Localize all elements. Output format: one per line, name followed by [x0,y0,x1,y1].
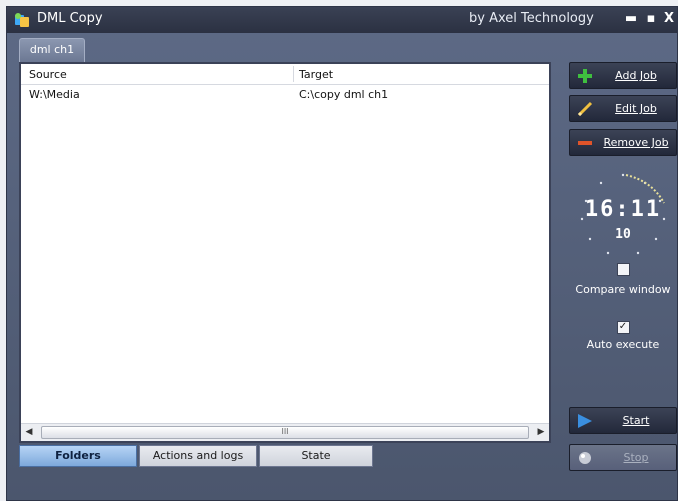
window-title: DML Copy [37,11,103,26]
edit-job-button[interactable]: Edit Job [569,95,677,122]
row-source: W:\Media [29,88,80,101]
column-target[interactable]: Target [299,68,333,81]
scroll-left-icon[interactable]: ◀ [21,424,37,441]
vendor-label: by Axel Technology [469,11,594,26]
edit-job-label: Edit Job [615,102,657,115]
remove-job-label: Remove Job [603,136,669,149]
tab-dml-ch1[interactable]: dml ch1 [19,38,85,62]
column-divider[interactable] [293,66,294,82]
stop-label: Stop [623,451,649,464]
start-label: Start [622,414,650,427]
add-job-button[interactable]: Add Job [569,62,677,89]
auto-execute-option: ✓ Auto execute [563,319,678,351]
auto-execute-checkbox[interactable]: ✓ [616,321,630,334]
pencil-icon [577,101,593,117]
app-window: DML Copy by Axel Technology ▬ ▪ X dml ch… [6,6,678,501]
title-bar: DML Copy by Axel Technology ▬ ▪ X [7,7,677,33]
start-button[interactable]: Start [569,407,677,434]
tab-actions-and-logs[interactable]: Actions and logs [139,445,257,467]
jobs-list: Source Target W:\Media C:\copy dml ch1 ◀… [19,62,551,443]
close-icon[interactable]: X [661,10,677,28]
horizontal-scrollbar[interactable]: ◀ III ▶ [21,423,549,441]
maximize-icon[interactable]: ▪ [643,10,659,28]
clock-seconds: 10 [615,227,631,242]
column-source[interactable]: Source [29,68,67,81]
table-row[interactable]: W:\Media C:\copy dml ch1 [21,86,549,104]
stop-button[interactable]: Stop [569,444,677,471]
tab-state[interactable]: State [259,445,373,467]
compare-window-option: Compare window [563,263,678,296]
scroll-thumb[interactable]: III [41,426,529,439]
clock-time: 16:11 [584,197,662,222]
auto-execute-label: Auto execute [586,338,660,351]
row-target: C:\copy dml ch1 [299,88,389,101]
minus-icon [578,141,592,145]
digital-clock: 16:11 10 [572,167,674,263]
compare-window-checkbox[interactable] [616,263,630,276]
remove-job-button[interactable]: Remove Job [569,129,677,156]
minimize-icon[interactable]: ▬ [623,10,639,28]
scroll-right-icon[interactable]: ▶ [533,424,549,441]
add-job-label: Add Job [615,69,657,82]
app-logo-icon [15,13,29,27]
play-icon [578,414,592,428]
plus-icon [578,69,592,83]
compare-window-label: Compare window [575,283,671,296]
column-header: Source Target [21,64,549,85]
stop-icon [579,452,591,464]
tab-folders[interactable]: Folders [19,445,137,467]
